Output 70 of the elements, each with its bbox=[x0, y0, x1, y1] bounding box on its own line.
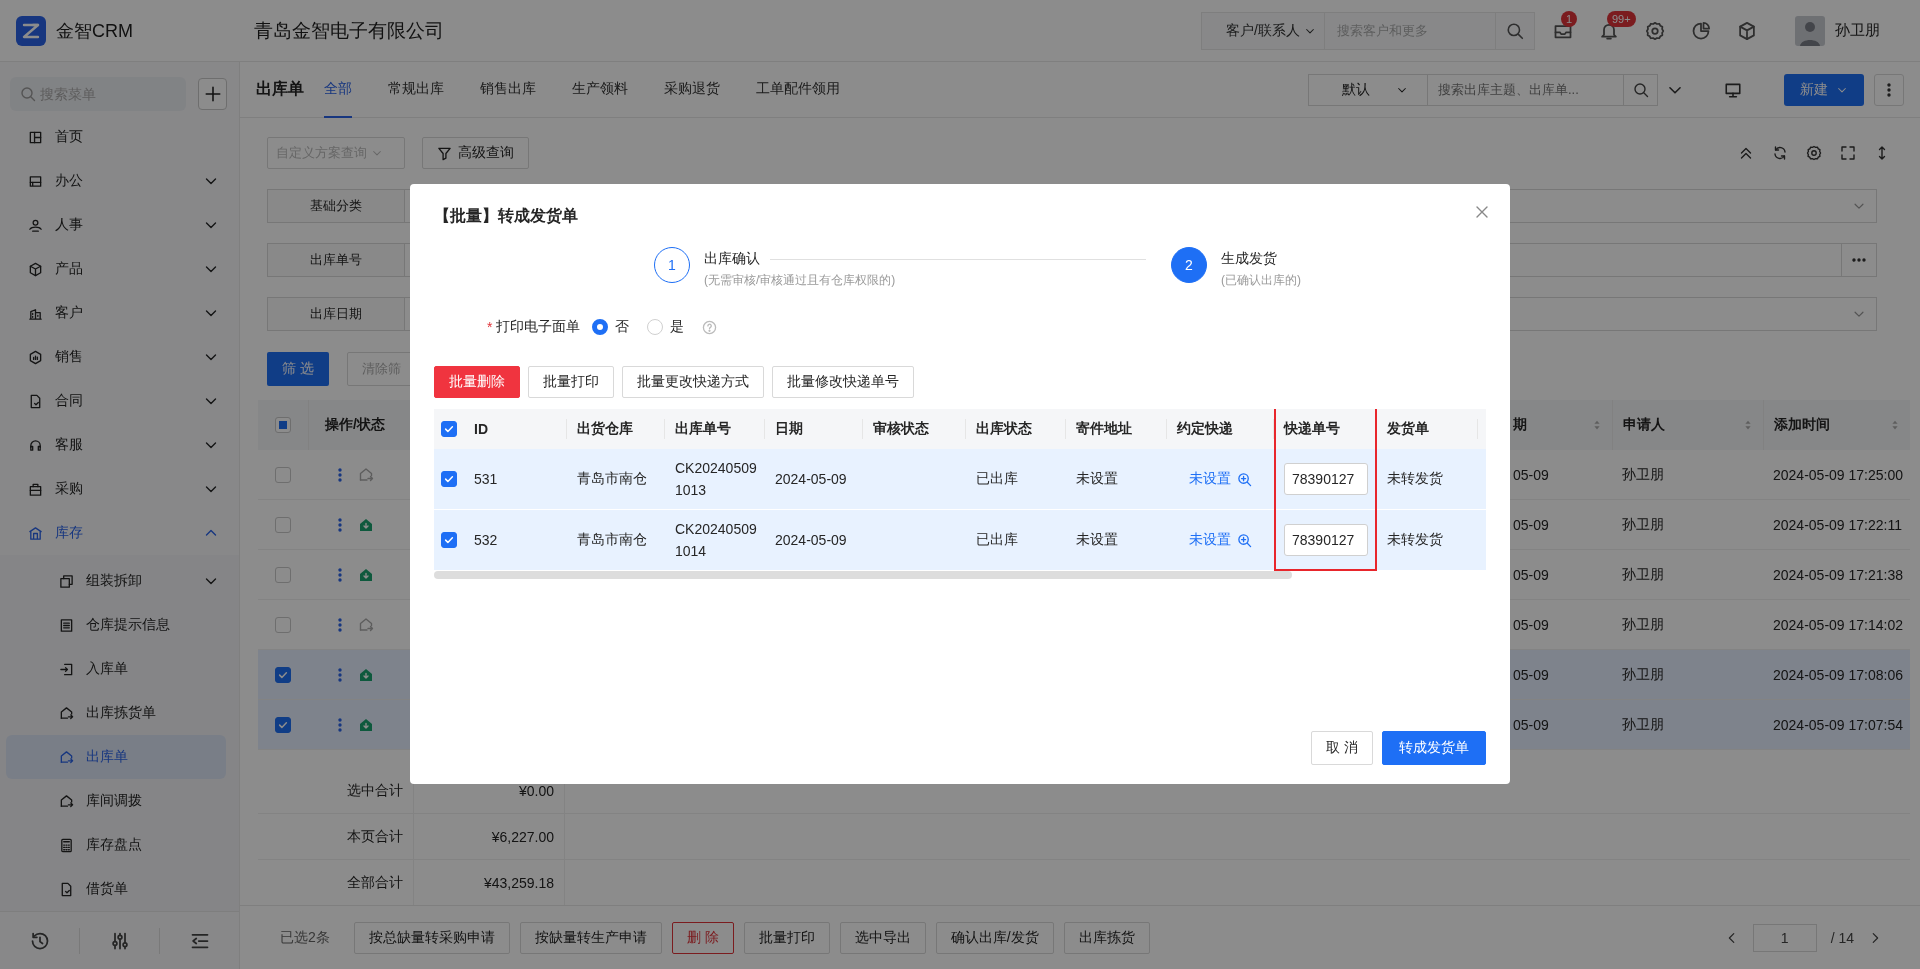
table-cell: 青岛市南仓 bbox=[577, 531, 647, 549]
column-header: 出货仓库 bbox=[577, 420, 633, 438]
required-mark: * bbox=[487, 319, 493, 335]
step-number: 2 bbox=[1171, 247, 1207, 283]
table-cell-text: 孙卫朋 bbox=[1621, 715, 1665, 734]
table-cell: 2024-05-09 bbox=[775, 471, 847, 487]
column-header: 添加时间 bbox=[1774, 416, 1830, 434]
column-header: 操作/状态 bbox=[325, 416, 385, 434]
table-cell: 未转发货 bbox=[1387, 470, 1443, 488]
column-header: 申请人 bbox=[1623, 416, 1665, 434]
table-cell-text: 孙卫朋 bbox=[1621, 565, 1665, 584]
table-cell-text: 2024-05-09 17:21:38 bbox=[1772, 566, 1904, 583]
column-header: 约定快递 bbox=[1177, 420, 1233, 438]
step-title: 生成发货 bbox=[1221, 250, 1277, 268]
brand-name: 金智CRM bbox=[56, 19, 133, 43]
table-cell: 未设置 bbox=[1076, 470, 1118, 488]
table-cell: 531 bbox=[474, 471, 498, 487]
table-cell-text: 05-09 bbox=[1512, 716, 1550, 733]
table-cell-text: 05-09 bbox=[1512, 466, 1550, 483]
step-description: (无需审核/审核通过且有仓库权限的) bbox=[704, 272, 897, 289]
column-header: ID bbox=[474, 421, 488, 437]
table-cell-text: CK202405091014 bbox=[675, 520, 758, 561]
filter-label: 出库单号 bbox=[267, 243, 405, 277]
page-title: 出库单 bbox=[256, 79, 304, 99]
table-cell-text: 05-09 bbox=[1512, 616, 1550, 633]
step-title: 出库确认 bbox=[704, 250, 760, 268]
table-cell-text: 孙卫朋 bbox=[1621, 615, 1665, 634]
table-cell-text: 2024-05-09 17:14:02 bbox=[1772, 616, 1904, 633]
filter-label: 出库日期 bbox=[267, 297, 405, 331]
table-cell-text: 2024-05-09 17:22:11 bbox=[1772, 516, 1903, 533]
column-header: 出库单号 bbox=[675, 420, 731, 438]
notification-badge: 1 bbox=[1561, 10, 1578, 27]
table-cell: 已出库 bbox=[976, 531, 1018, 549]
table-cell: 未转发货 bbox=[1387, 531, 1443, 549]
table-cell-text: 孙卫朋 bbox=[1621, 515, 1665, 534]
column-header: 审核状态 bbox=[873, 420, 929, 438]
table-cell: 未设置 bbox=[1076, 531, 1118, 549]
table-cell-text: 2024-05-09 17:07:54 bbox=[1772, 716, 1904, 733]
notification-badge: 99+ bbox=[1607, 10, 1636, 27]
table-cell-text: 2024-05-09 17:08:06 bbox=[1772, 666, 1904, 683]
dialog-title: 【批量】转成发货单 bbox=[434, 206, 578, 226]
table-cell-text: 05-09 bbox=[1512, 566, 1550, 583]
filter-label: 基础分类 bbox=[267, 189, 405, 223]
field-label: 打印电子面单 bbox=[496, 318, 581, 336]
total-label: 选中合计 bbox=[347, 781, 403, 800]
column-header: 发货单 bbox=[1387, 420, 1429, 438]
column-header: 出库状态 bbox=[976, 420, 1032, 438]
step-description: (已确认出库的) bbox=[1221, 272, 1301, 289]
column-header: 日期 bbox=[775, 420, 803, 438]
table-cell-text: 2024-05-09 17:25:00 bbox=[1772, 466, 1904, 483]
column-header: 期 bbox=[1513, 416, 1527, 434]
company-name: 青岛金智电子有限公司 bbox=[254, 18, 444, 43]
table-cell-text: 孙卫朋 bbox=[1621, 665, 1665, 684]
column-header: 寄件地址 bbox=[1076, 420, 1132, 438]
table-cell-text: 05-09 bbox=[1512, 516, 1550, 533]
total-amount: ¥0.00 bbox=[518, 782, 554, 799]
total-label: 本页合计 bbox=[347, 827, 403, 846]
total-amount: ¥43,259.18 bbox=[483, 874, 554, 891]
column-header: 快递单号 bbox=[1284, 420, 1340, 438]
selection-count: 已选2条 bbox=[280, 928, 330, 947]
table-cell-text: CK202405091013 bbox=[675, 459, 758, 500]
total-amount: ¥6,227.00 bbox=[491, 828, 554, 845]
total-label: 全部合计 bbox=[347, 873, 403, 892]
page-total: / 14 bbox=[1830, 929, 1854, 946]
table-cell: 已出库 bbox=[976, 470, 1018, 488]
table-cell-text: 孙卫朋 bbox=[1621, 465, 1665, 484]
table-cell: 青岛市南仓 bbox=[577, 470, 647, 488]
table-cell: 2024-05-09 bbox=[775, 532, 847, 548]
table-cell-text: 05-09 bbox=[1512, 666, 1550, 683]
table-cell: 532 bbox=[474, 532, 498, 548]
